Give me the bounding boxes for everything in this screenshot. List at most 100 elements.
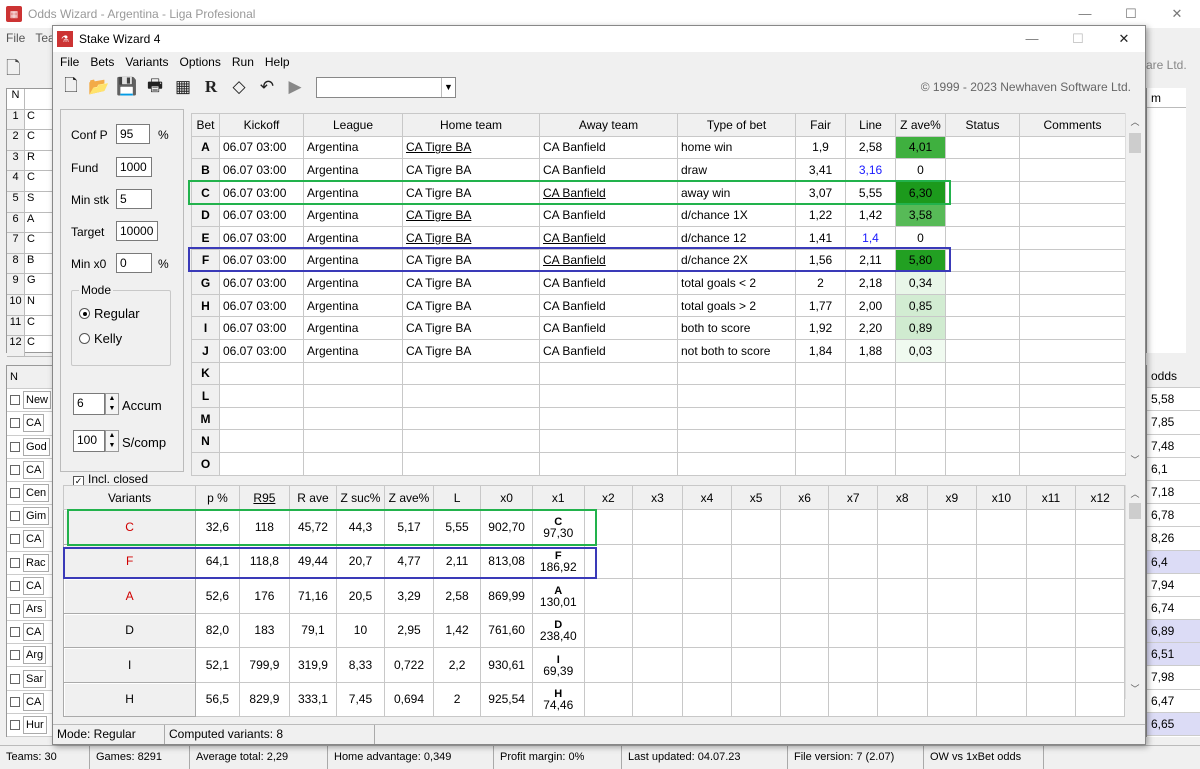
variants-col-header[interactable]: x10 <box>976 485 1027 510</box>
variants-col-header[interactable]: L <box>432 485 482 510</box>
bet-empty-cell[interactable] <box>539 451 678 476</box>
bg-table-row[interactable]: 8B <box>7 253 55 275</box>
variants-col-header[interactable]: p % <box>195 485 240 510</box>
bet-empty-cell[interactable] <box>677 406 796 431</box>
bets-col-header[interactable]: Home team <box>402 113 540 137</box>
variants-col-header[interactable]: x2 <box>583 485 634 510</box>
bet-letter[interactable]: N <box>191 429 220 453</box>
sw-menu-file[interactable]: File <box>60 55 79 69</box>
bet-empty-cell[interactable] <box>402 406 540 431</box>
bg-table-row[interactable]: 4C <box>7 171 55 192</box>
scroll-thumb[interactable] <box>1129 503 1141 519</box>
calculator-icon[interactable]: ▦ <box>172 76 194 98</box>
bet-comments[interactable] <box>1019 158 1126 182</box>
bet-letter[interactable]: K <box>191 361 220 386</box>
variants-col-header[interactable]: x11 <box>1025 485 1077 510</box>
confp-input[interactable]: 95 <box>116 124 150 144</box>
checkbox-icon[interactable] <box>10 464 20 475</box>
bet-row[interactable]: D 06.07 03:00 Argentina CA Tigre BA CA Banfi… <box>191 203 1126 227</box>
bet-empty-cell[interactable] <box>219 451 304 476</box>
checkbox-icon[interactable] <box>10 488 20 499</box>
variants-col-header[interactable]: x3 <box>632 485 683 510</box>
bet-status[interactable] <box>945 338 1020 363</box>
sw-menu-variants[interactable]: Variants <box>125 55 168 69</box>
bet-letter[interactable]: L <box>191 384 220 408</box>
sw-menu-run[interactable]: Run <box>232 55 254 69</box>
bg-table-row[interactable]: 9G <box>7 274 55 295</box>
bet-status[interactable] <box>945 316 1020 340</box>
bet-status[interactable] <box>945 293 1020 318</box>
variants-col-header[interactable]: Z ave% <box>384 485 434 510</box>
minimize-icon[interactable]: — <box>1062 0 1108 28</box>
bet-empty-cell[interactable] <box>845 406 896 431</box>
bet-line[interactable]: 2,00 <box>845 293 896 318</box>
bet-empty-cell[interactable] <box>402 384 540 408</box>
bet-row[interactable]: L <box>191 384 1126 408</box>
bet-empty-cell[interactable] <box>845 361 896 386</box>
bg-table-row[interactable]: 10 N <box>7 294 55 316</box>
bet-empty-cell[interactable] <box>795 384 846 408</box>
bet-empty-cell[interactable] <box>1019 406 1126 431</box>
bet-empty-cell[interactable] <box>677 451 796 476</box>
bet-status[interactable] <box>945 248 1020 273</box>
sw-maximize-icon[interactable]: ☐ <box>1055 26 1101 52</box>
save-icon[interactable]: 💾 <box>116 76 138 98</box>
new-icon[interactable]: 🗋 <box>60 76 82 98</box>
bet-comments[interactable] <box>1019 225 1126 250</box>
bet-comments[interactable] <box>1019 180 1126 205</box>
bet-comments[interactable] <box>1019 316 1126 340</box>
bets-col-header[interactable]: League <box>303 113 403 137</box>
bg-team-row[interactable]: Hur <box>7 714 55 737</box>
bet-empty-cell[interactable] <box>303 406 403 431</box>
variant-name-button[interactable]: D <box>62 612 197 648</box>
bets-col-header[interactable]: Status <box>945 113 1020 137</box>
bet-status[interactable] <box>945 135 1020 160</box>
bg-team-row[interactable]: CA <box>7 621 55 645</box>
bet-empty-cell[interactable] <box>795 429 846 453</box>
bets-col-header[interactable]: Line <box>845 113 896 137</box>
bet-letter[interactable]: J <box>191 338 220 363</box>
scroll-thumb[interactable] <box>1129 133 1141 153</box>
bg-team-row[interactable]: Ars <box>7 598 55 622</box>
bet-empty-cell[interactable] <box>845 429 896 453</box>
accum-input[interactable]: 6 <box>73 393 105 415</box>
sw-close-icon[interactable]: ✕ <box>1101 26 1147 52</box>
bet-status[interactable] <box>945 158 1020 182</box>
bet-empty-cell[interactable] <box>895 429 946 453</box>
bg-table-row[interactable]: 12 C <box>7 336 55 357</box>
bet-row[interactable]: G 06.07 03:00 Argentina CA Tigre BA CA Banfi… <box>191 271 1126 295</box>
variants-col-header[interactable]: x9 <box>926 485 978 510</box>
menu-file[interactable]: File <box>6 31 25 45</box>
bet-row[interactable]: O <box>191 451 1126 476</box>
bet-status[interactable] <box>945 225 1020 250</box>
checkbox-icon[interactable] <box>10 673 20 684</box>
bet-empty-cell[interactable] <box>895 451 946 476</box>
bg-right-scrollbar[interactable] <box>1186 88 1200 353</box>
bet-comments[interactable] <box>1019 135 1126 160</box>
bet-row[interactable]: J 06.07 03:00 Argentina CA Tigre BA CA Banfi… <box>191 338 1126 363</box>
bet-empty-cell[interactable] <box>1019 429 1126 453</box>
min-x0-input[interactable]: 0 <box>116 253 152 273</box>
bet-empty-cell[interactable] <box>303 429 403 453</box>
variant-combo[interactable]: ▼ <box>316 76 456 98</box>
checkbox-icon[interactable] <box>10 557 20 568</box>
bet-empty-cell[interactable] <box>539 406 678 431</box>
report-icon[interactable]: R <box>200 76 222 98</box>
variant-name-button[interactable]: A <box>62 578 197 614</box>
bet-empty-cell[interactable] <box>539 361 678 386</box>
bet-empty-cell[interactable] <box>945 429 1020 453</box>
bet-comments[interactable] <box>1019 338 1126 363</box>
bets-col-header[interactable]: Kickoff <box>219 113 304 137</box>
scomp-spinner[interactable]: ▲ ▼ <box>105 430 119 452</box>
bet-row[interactable]: I 06.07 03:00 Argentina CA Tigre BA CA Banfi… <box>191 316 1126 340</box>
bet-row[interactable]: E 06.07 03:00 Argentina CA Tigre BA CA Banfi… <box>191 225 1126 250</box>
bet-row[interactable]: A 06.07 03:00 Argentina CA Tigre BA CA Banfi… <box>191 135 1126 160</box>
bet-empty-cell[interactable] <box>795 361 846 386</box>
bet-line[interactable]: 3,16 <box>845 158 896 182</box>
bet-comments[interactable] <box>1019 203 1126 227</box>
checkbox-icon[interactable] <box>10 580 20 591</box>
bet-letter[interactable]: H <box>191 293 220 318</box>
regular-radio[interactable]: Regular <box>79 306 140 321</box>
bet-empty-cell[interactable] <box>219 384 304 408</box>
variant-name-button[interactable]: I <box>62 647 197 683</box>
